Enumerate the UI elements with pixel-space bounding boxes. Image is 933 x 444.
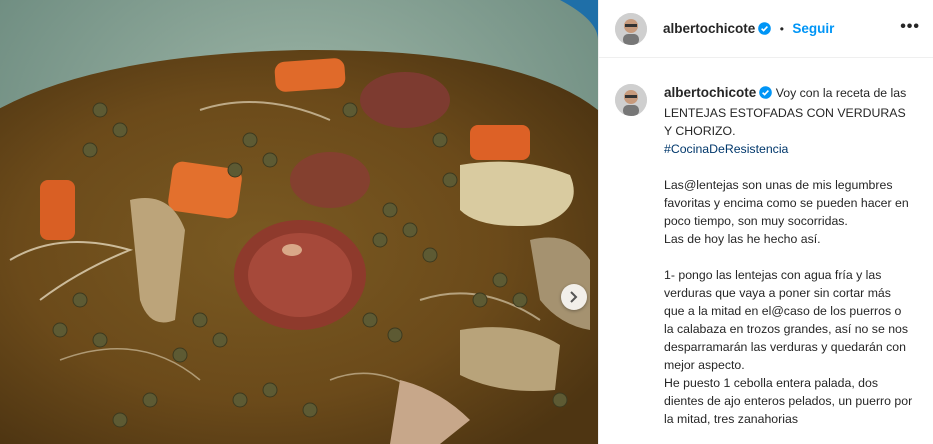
verified-badge-icon: [758, 22, 772, 40]
post-photo[interactable]: [0, 0, 598, 444]
caption-paragraph-2: 1- pongo las lentejas con agua fría y la…: [664, 268, 913, 426]
post-header: albertochicote • Seguir •••: [599, 0, 933, 58]
caption-intro: albertochicote Voy con la receta de las …: [664, 84, 914, 140]
caption-username[interactable]: albertochicote: [664, 85, 756, 100]
hashtag-link[interactable]: #CocinaDeResistencia: [664, 142, 788, 156]
carousel-next-button[interactable]: [561, 284, 587, 310]
avatar[interactable]: [615, 13, 647, 45]
chevron-right-icon: [570, 291, 578, 303]
avatar-image: [615, 84, 647, 116]
more-horizontal-icon[interactable]: •••: [900, 18, 920, 36]
header-user: albertochicote • Seguir: [663, 20, 834, 40]
avatar-image: [615, 13, 647, 45]
follow-button[interactable]: Seguir: [792, 21, 834, 36]
caption-paragraph-1: Las@lentejas son unas de mis legumbres f…: [664, 178, 909, 246]
separator-dot: •: [779, 22, 784, 36]
username[interactable]: albertochicote: [663, 21, 755, 36]
caption-avatar[interactable]: [615, 84, 647, 116]
verified-badge-icon: [759, 86, 773, 104]
post-side-panel: albertochicote • Seguir ••• albertochico…: [598, 0, 933, 444]
lentil-stew-image: [0, 0, 598, 444]
caption: albertochicote Voy con la receta de las …: [664, 84, 914, 428]
